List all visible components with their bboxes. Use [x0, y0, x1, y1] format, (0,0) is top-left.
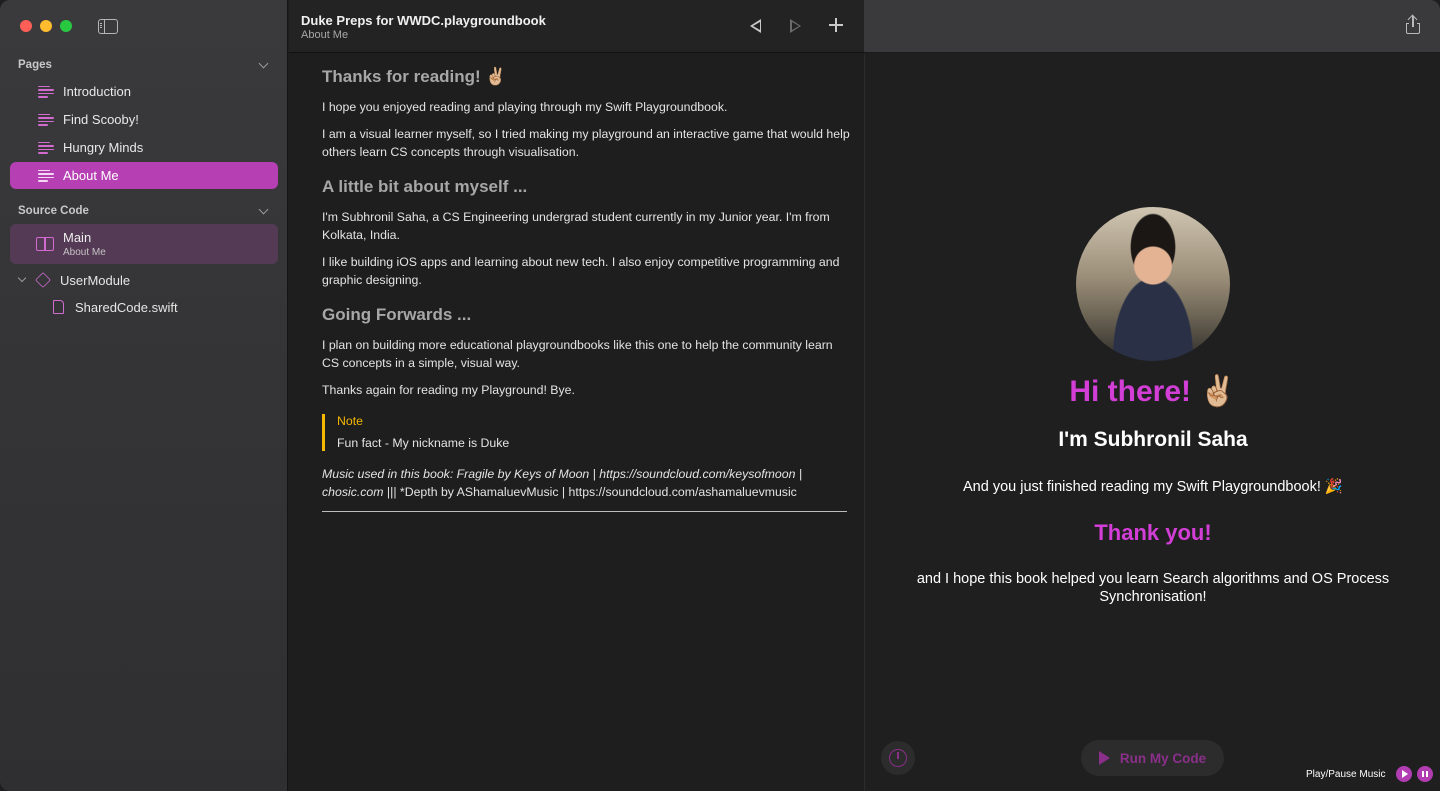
page-lines-icon — [38, 141, 54, 154]
run-button-label: Run My Code — [1119, 750, 1207, 766]
sidebar-item-label: UserModule — [60, 272, 131, 288]
paragraph: I am a visual learner myself, so I tried… — [322, 127, 850, 159]
disclosure-chevron-icon[interactable] — [17, 273, 27, 283]
speed-control-button[interactable] — [881, 741, 915, 775]
thank-you-heading: Thank you! — [1094, 520, 1212, 545]
music-control-label: Play/Pause Music — [1306, 769, 1386, 780]
module-cube-icon — [35, 272, 51, 288]
page-lines-icon — [38, 85, 54, 98]
page-lines-icon — [38, 169, 54, 182]
close-window-button[interactable] — [20, 20, 32, 32]
name-heading: I'm Subhronil Saha — [1058, 428, 1248, 451]
sidebar-item-shared-code[interactable]: SharedCode.swift — [53, 299, 178, 315]
swift-file-icon — [53, 300, 64, 314]
sidebar-item-introduction[interactable]: Introduction — [10, 78, 278, 105]
divider — [322, 511, 847, 512]
sidebar-item-label: SharedCode.swift — [75, 299, 178, 315]
sidebar-item-user-module[interactable]: UserModule — [17, 272, 131, 288]
paragraph: I plan on building more educational play… — [322, 338, 833, 370]
run-my-code-button[interactable]: Run My Code — [1081, 740, 1224, 776]
paragraph: Thanks again for reading my Playground! … — [322, 383, 575, 397]
finished-message: And you just finished reading my Swift P… — [963, 479, 1343, 495]
closing-message: and I hope this book helped you learn Se… — [916, 571, 1390, 605]
chevron-down-icon[interactable] — [258, 58, 269, 68]
zoom-window-button[interactable] — [60, 20, 72, 32]
sidebar-item-find-scooby[interactable]: Find Scooby! — [10, 106, 278, 133]
sidebar-toggle-icon[interactable] — [98, 19, 118, 34]
window-title: Duke Preps for WWDC.playgroundbook — [301, 13, 546, 28]
prose-document: Thanks for reading! ✌🏼 I hope you enjoye… — [289, 54, 864, 791]
sidebar-item-label: Introduction — [63, 84, 131, 99]
heading-about-myself: A little bit about myself ... — [322, 177, 528, 196]
chevron-down-icon[interactable] — [258, 204, 269, 214]
live-view-toolbar — [864, 0, 1440, 53]
music-credits: Music used in this book: Fragile by Keys… — [322, 465, 852, 501]
paragraph: I like building iOS apps and learning ab… — [322, 255, 840, 287]
heading-thanks: Thanks for reading! ✌🏼 — [322, 67, 507, 86]
sidebar-item-label: About Me — [63, 168, 119, 183]
pages-section-header[interactable]: Pages — [18, 56, 271, 74]
page-lines-icon — [38, 113, 54, 126]
source-code-section-header[interactable]: Source Code — [18, 202, 271, 220]
profile-photo — [1076, 207, 1230, 361]
sidebar-item-label: Hungry Minds — [63, 140, 144, 155]
greeting-heading: Hi there! ✌🏼 — [1069, 375, 1237, 408]
add-plus-icon[interactable] — [829, 18, 843, 32]
note-callout: Note Fun fact - My nickname is Duke — [322, 414, 722, 451]
share-icon[interactable] — [1406, 16, 1420, 34]
sidebar-item-main[interactable]: Main About Me — [10, 224, 278, 264]
main-source-title: Main — [63, 230, 92, 245]
note-label: Note — [337, 414, 363, 428]
sidebar: Pages Introduction Find Scooby! Hungry M… — [0, 0, 288, 791]
back-arrow-icon[interactable] — [750, 19, 761, 33]
heading-going-forwards: Going Forwards ... — [322, 305, 472, 324]
credits-plain: ||| *Depth by AShamaluevMusic | https://… — [383, 485, 797, 499]
document-toolbar: Duke Preps for WWDC.playgroundbook About… — [289, 0, 864, 53]
forward-arrow-icon[interactable] — [790, 19, 801, 33]
speedometer-icon — [889, 749, 907, 767]
sidebar-item-hungry-minds[interactable]: Hungry Minds — [10, 134, 278, 161]
paragraph: I hope you enjoyed reading and playing t… — [322, 100, 728, 114]
window-subtitle: About Me — [301, 29, 349, 41]
minimize-window-button[interactable] — [40, 20, 52, 32]
sidebar-item-label: Find Scooby! — [63, 112, 139, 127]
paragraph: I'm Subhronil Saha, a CS Engineering und… — [322, 210, 830, 242]
pause-music-icon[interactable] — [1417, 766, 1433, 782]
note-text: Fun fact - My nickname is Duke — [337, 436, 510, 450]
sidebar-item-about-me[interactable]: About Me — [10, 162, 278, 189]
source-code-section-title: Source Code — [18, 205, 89, 217]
pages-section-title: Pages — [18, 59, 52, 71]
play-music-icon[interactable] — [1396, 766, 1412, 782]
window-controls — [20, 20, 72, 32]
book-icon — [36, 237, 54, 251]
play-icon — [1098, 751, 1110, 765]
live-view: Hi there! ✌🏼 I'm Subhronil Saha And you … — [864, 54, 1440, 791]
main-source-subtitle: About Me — [63, 247, 106, 258]
